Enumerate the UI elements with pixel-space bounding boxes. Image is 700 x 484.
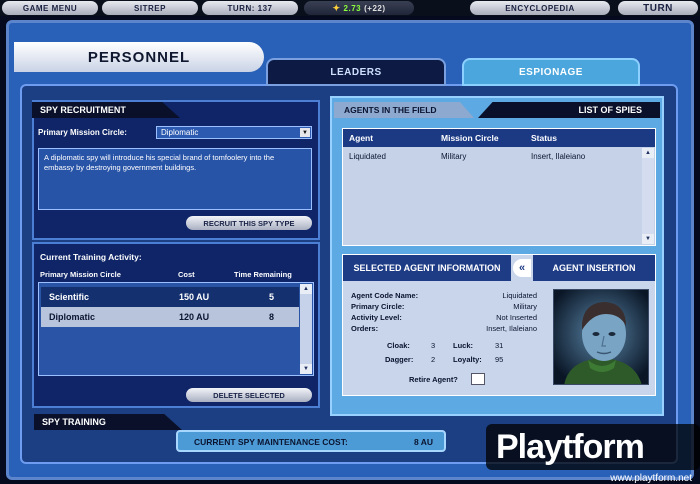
column-header-circle: Primary Mission Circle [40,270,121,279]
scroll-up-icon[interactable]: ▲ [300,284,312,294]
training-scrollbar[interactable]: ▲ ▼ [300,284,312,374]
selected-agent-panel: SELECTED AGENT INFORMATION « AGENT INSER… [342,254,656,396]
agent-portrait-image [554,290,648,384]
training-cost: 120 AU [179,312,210,322]
agents-scrollbar[interactable]: ▲ ▼ [642,148,654,244]
cloak-label: Cloak: [387,341,410,350]
mission-circle-label: Primary Mission Circle: [38,128,127,137]
delete-selected-button[interactable]: DELETE SELECTED [186,388,312,402]
top-bar: GAME MENU SITREP TURN: 137 ✦ 2.73 (+22) … [0,0,700,16]
loyalty-value: 95 [495,355,504,364]
dagger-value: 2 [431,355,436,364]
luck-label: Luck: [453,341,474,350]
table-row[interactable]: Liquidated Military Insert, Ilaleiano [343,149,643,163]
agent-insertion-tab[interactable]: AGENT INSERTION [533,255,655,281]
tab-leaders[interactable]: LEADERS [266,58,446,86]
loyalty-label: Loyalty: [453,355,482,364]
training-circle: Scientific [49,292,90,302]
retire-agent-label: Retire Agent? [409,375,458,384]
chevron-down-icon[interactable]: ▼ [300,128,310,137]
scroll-down-icon[interactable]: ▼ [642,234,654,244]
game-menu-button[interactable]: GAME MENU [2,1,98,15]
spy-training-header: SPY TRAINING [34,414,182,430]
training-table: Scientific 150 AU 5 Diplomatic 120 AU 8 … [38,282,314,376]
list-of-spies-header: LIST OF SPIES [478,102,660,118]
agents-in-field-header: AGENTS IN THE FIELD [334,102,474,118]
primary-circle-label: Primary Circle: [351,302,405,311]
activity-level-label: Activity Level: [351,313,402,322]
training-circle: Diplomatic [49,312,96,322]
spy-type-description: A diplomatic spy will introduce his spec… [38,148,312,210]
end-turn-button[interactable]: TURN [618,1,698,15]
mission-circle-value: Diplomatic [161,128,199,137]
tab-espionage[interactable]: ESPIONAGE [462,58,640,86]
table-row[interactable]: Scientific 150 AU 5 [41,287,299,307]
column-header-status: Status [531,133,557,143]
training-time: 5 [269,292,275,302]
agent-portrait [553,289,649,385]
treasury-display: ✦ 2.73 (+22) [304,1,414,15]
maintenance-cost-label: CURRENT SPY MAINTENANCE COST: [194,437,348,447]
treasury-amount: 2.73 [343,3,362,13]
page-title: PERSONNEL [14,42,264,72]
scroll-up-icon[interactable]: ▲ [642,148,654,158]
cloak-value: 3 [431,341,436,350]
scroll-down-icon[interactable]: ▼ [300,364,312,374]
watermark-logo: Playtform [486,424,700,470]
activity-level-value: Not Inserted [496,313,537,322]
selected-agent-header: SELECTED AGENT INFORMATION [343,255,511,281]
agents-table: Agent Mission Circle Status Liquidated M… [342,128,656,246]
watermark-url: www.playtform.net [610,473,692,484]
watermark: Playtform www.playtform.net [486,424,700,484]
code-name-value: Liquidated [502,291,537,300]
mission-circle-select[interactable]: Diplomatic ▼ [156,126,312,139]
training-cost: 150 AU [179,292,210,302]
credits-icon: ✦ [332,2,341,13]
treasury-gain: (+22) [364,3,386,13]
training-time: 8 [269,312,275,322]
encyclopedia-button[interactable]: ENCYCLOPEDIA [470,1,610,15]
primary-circle-value: Military [513,302,537,311]
column-header-agent: Agent [349,133,374,143]
maintenance-cost-bar: CURRENT SPY MAINTENANCE COST: 8 AU [176,430,446,452]
sitrep-button[interactable]: SITREP [102,1,198,15]
recruit-spy-button[interactable]: RECRUIT THIS SPY TYPE [186,216,312,230]
agent-status: Insert, Ilaleiano [531,152,586,161]
retire-agent-checkbox[interactable] [471,373,485,385]
orders-label: Orders: [351,324,379,333]
spy-recruitment-header: SPY RECRUITMENT [32,102,180,118]
luck-value: 31 [495,341,504,350]
agent-circle: Military [441,152,467,161]
orders-value: Insert, Ilaleiano [486,324,537,333]
table-row[interactable]: Diplomatic 120 AU 8 [41,307,299,327]
column-header-cost: Cost [178,270,195,279]
agent-name: Liquidated [349,152,386,161]
maintenance-cost-value: 8 AU [414,437,434,447]
code-name-label: Agent Code Name: [351,291,419,300]
collapse-arrow-icon[interactable]: « [513,259,531,277]
dagger-label: Dagger: [385,355,414,364]
column-header-time: Time Remaining [234,270,292,279]
column-header-mission: Mission Circle [441,133,499,143]
training-activity-label: Current Training Activity: [40,252,142,262]
turn-counter: TURN: 137 [202,1,298,15]
agents-table-header: Agent Mission Circle Status [343,129,655,147]
